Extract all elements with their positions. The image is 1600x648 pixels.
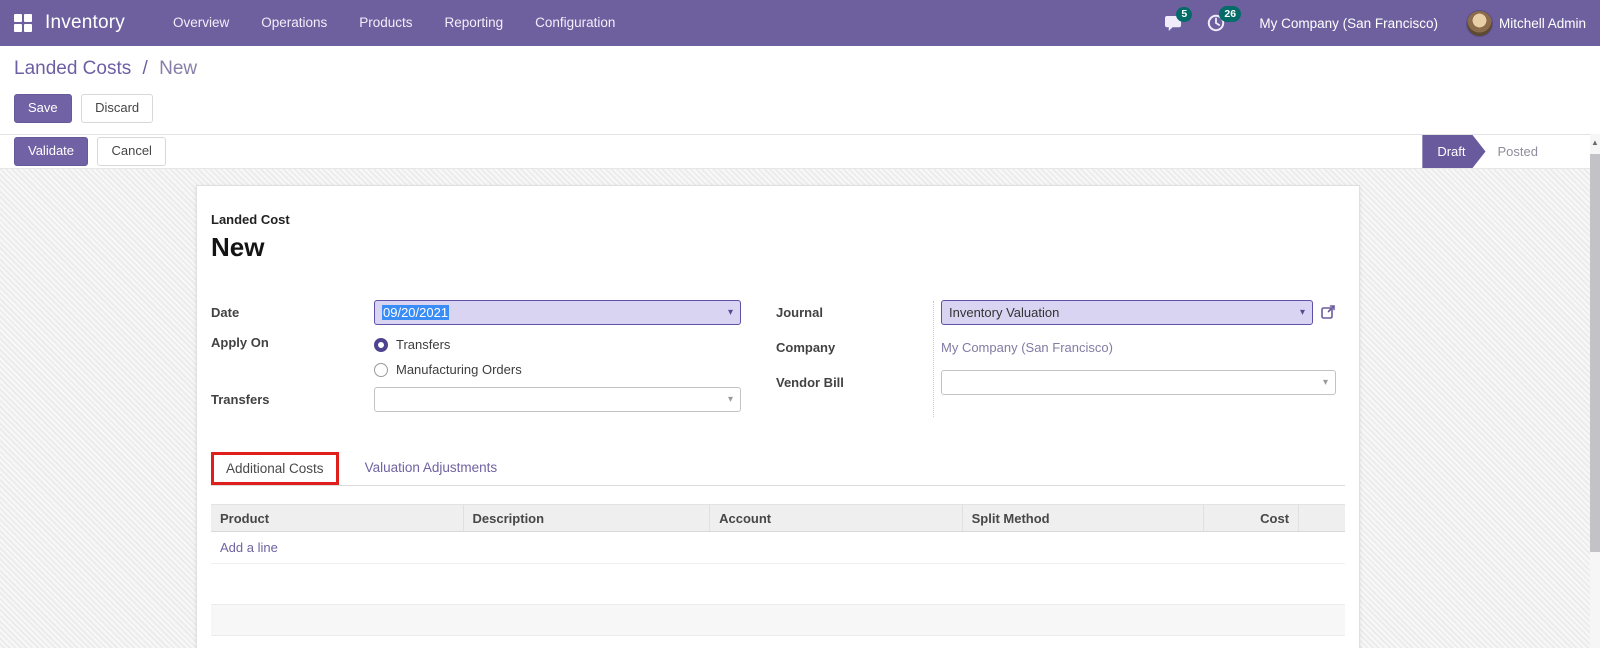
- company-label: Company: [776, 340, 836, 355]
- nav-right: 5 26 My Company (San Francisco) Mitchell…: [1152, 6, 1586, 37]
- column-header-split-method: Split Method: [963, 505, 1205, 531]
- journal-value: Inventory Valuation: [949, 304, 1060, 320]
- scrollbar-thumb[interactable]: [1590, 154, 1600, 552]
- activities-badge: 26: [1219, 6, 1242, 22]
- radio-manufacturing-label: Manufacturing Orders: [396, 362, 522, 377]
- transfers-input[interactable]: ▾: [374, 386, 741, 412]
- cancel-button[interactable]: Cancel: [97, 137, 166, 166]
- validate-button[interactable]: Validate: [14, 137, 89, 166]
- column-header-product: Product: [211, 505, 464, 531]
- form-column-right: Journal Inventory Valuation ▾ Company My…: [776, 299, 1336, 421]
- field-row-journal: Journal Inventory Valuation ▾: [776, 299, 1336, 325]
- journal-external-link-icon[interactable]: [1320, 304, 1336, 320]
- record-buttons: Save Discard: [14, 94, 1584, 123]
- menu-overview[interactable]: Overview: [157, 0, 245, 46]
- user-name: Mitchell Admin: [1498, 15, 1586, 31]
- form-fields-area: Date 09/20/2021 ▾ Apply On Transfers Man…: [211, 299, 1345, 421]
- user-avatar: [1465, 9, 1493, 37]
- apply-on-label: Apply On: [211, 335, 269, 350]
- date-label: Date: [211, 305, 240, 320]
- vendor-bill-input[interactable]: ▾: [941, 369, 1336, 395]
- form-column-left: Date 09/20/2021 ▾ Apply On Transfers Man…: [211, 299, 741, 421]
- date-caret-down-icon[interactable]: ▾: [722, 307, 733, 318]
- column-header-description: Description: [464, 505, 711, 531]
- messages-badge: 5: [1176, 6, 1193, 23]
- radio-option-manufacturing-orders[interactable]: Manufacturing Orders: [374, 362, 522, 377]
- breadcrumb-current: New: [159, 58, 198, 79]
- vendor-bill-label: Vendor Bill: [776, 375, 844, 390]
- journal-input[interactable]: Inventory Valuation ▾: [941, 299, 1313, 325]
- control-panel: Landed Costs / New Save Discard: [0, 46, 1600, 134]
- tab-valuation-adjustments[interactable]: Valuation Adjustments: [353, 454, 510, 481]
- notebook-tabs: Additional Costs Valuation Adjustments: [211, 449, 1345, 486]
- discard-button[interactable]: Discard: [81, 94, 154, 123]
- state-posted[interactable]: Posted: [1486, 135, 1552, 168]
- column-header-cost: Cost: [1204, 505, 1300, 531]
- breadcrumb-parent[interactable]: Landed Costs: [14, 58, 131, 79]
- vendor-bill-caret-down-icon[interactable]: ▾: [1317, 377, 1328, 388]
- menu-reporting[interactable]: Reporting: [429, 0, 520, 46]
- vertical-scrollbar[interactable]: ▲: [1590, 134, 1600, 648]
- messages-button[interactable]: 5: [1164, 6, 1193, 32]
- journal-label: Journal: [776, 305, 823, 320]
- breadcrumb-separator: /: [142, 58, 148, 79]
- table-header-row: Product Description Account Split Method…: [211, 504, 1345, 532]
- statusbar-row: Validate Cancel Draft Posted: [0, 134, 1600, 169]
- main-menu: Overview Operations Products Reporting C…: [157, 0, 631, 46]
- transfers-label: Transfers: [211, 392, 270, 407]
- date-input[interactable]: 09/20/2021 ▾: [374, 299, 741, 325]
- field-row-transfers: Transfers ▾: [211, 386, 741, 412]
- field-row-apply-on: Apply On Transfers Manufacturing Orders: [211, 334, 741, 377]
- menu-products[interactable]: Products: [343, 0, 428, 46]
- field-row-company: Company My Company (San Francisco): [776, 334, 1336, 360]
- radio-unselected-icon[interactable]: [374, 362, 388, 377]
- breadcrumb: Landed Costs / New: [14, 58, 1584, 80]
- company-switcher[interactable]: My Company (San Francisco): [1259, 16, 1438, 31]
- add-a-line-link[interactable]: Add a line: [211, 532, 1345, 564]
- radio-option-transfers[interactable]: Transfers: [374, 337, 522, 352]
- tab-additional-costs[interactable]: Additional Costs: [211, 451, 339, 485]
- journal-caret-down-icon[interactable]: ▾: [1294, 307, 1305, 318]
- field-row-date: Date 09/20/2021 ▾: [211, 299, 741, 325]
- workflow-buttons: Validate Cancel: [14, 137, 166, 166]
- transfers-caret-down-icon[interactable]: ▾: [722, 394, 733, 405]
- menu-operations[interactable]: Operations: [245, 0, 343, 46]
- app-name[interactable]: Inventory: [45, 12, 125, 34]
- apps-menu-icon[interactable]: [14, 14, 32, 32]
- user-menu[interactable]: Mitchell Admin: [1465, 9, 1586, 37]
- form-view-background: Landed Cost New Date 09/20/2021 ▾ Apply …: [0, 169, 1600, 648]
- additional-costs-table: Product Description Account Split Method…: [211, 504, 1345, 648]
- statusbar: Draft Posted: [1422, 135, 1552, 168]
- top-nav: Inventory Overview Operations Products R…: [0, 0, 1600, 46]
- scrollbar-up-arrow-icon[interactable]: ▲: [1590, 134, 1600, 150]
- date-value: 09/20/2021: [382, 304, 450, 320]
- apply-on-radio-group: Transfers Manufacturing Orders: [374, 334, 522, 377]
- empty-row: [211, 564, 1345, 604]
- activities-button[interactable]: 26: [1207, 6, 1242, 32]
- record-title: New: [211, 232, 265, 262]
- column-header-account: Account: [710, 505, 963, 531]
- empty-row: [211, 636, 1345, 648]
- field-row-vendor-bill: Vendor Bill ▾: [776, 369, 1336, 395]
- save-button[interactable]: Save: [14, 94, 72, 123]
- column-header-extra: [1299, 505, 1345, 531]
- radio-transfers-label: Transfers: [396, 337, 451, 352]
- empty-row-striped: [211, 604, 1345, 636]
- radio-selected-icon[interactable]: [374, 337, 388, 352]
- company-value[interactable]: My Company (San Francisco): [941, 340, 1113, 355]
- menu-configuration[interactable]: Configuration: [519, 0, 631, 46]
- sheet-label: Landed Cost: [211, 212, 290, 227]
- state-draft[interactable]: Draft: [1422, 135, 1485, 168]
- form-sheet: Landed Cost New Date 09/20/2021 ▾ Apply …: [196, 185, 1360, 648]
